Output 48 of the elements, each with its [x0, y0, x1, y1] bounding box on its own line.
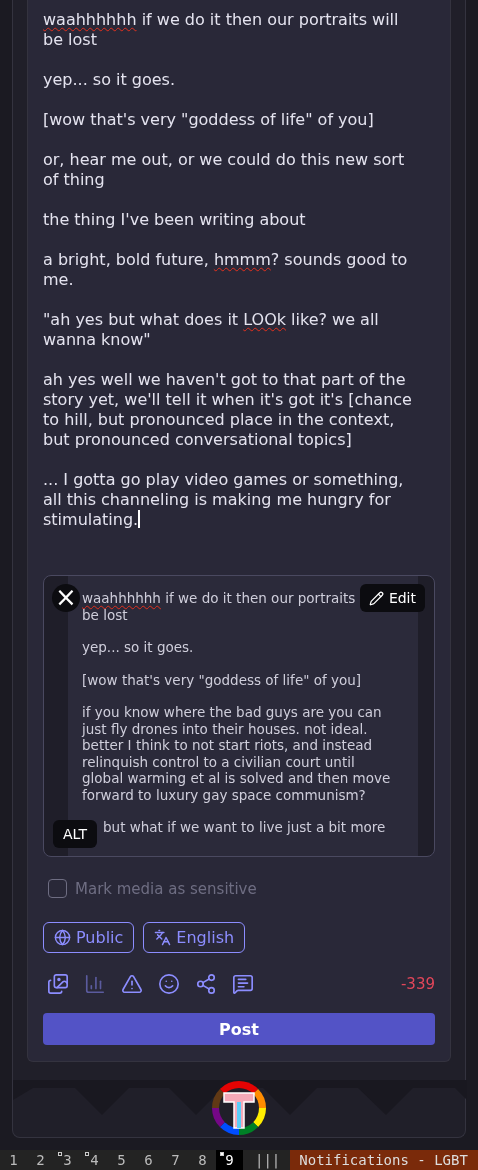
screenshot-text: forward to luxury gay space communism?: [82, 786, 366, 803]
share-button[interactable]: [195, 973, 217, 995]
screenshot-text: global warming et al is solved and then move: [82, 770, 391, 787]
warning-button[interactable]: [121, 973, 143, 995]
workspace-button[interactable]: 4: [81, 1150, 108, 1170]
speech-bubble-button[interactable]: [232, 973, 254, 995]
screenshot-text: just fly drones into their houses. not ideal.: [82, 720, 368, 737]
workspace-button[interactable]: 3: [54, 1150, 81, 1170]
post-text: ah yes well we haven't got to that part of the story yet, we'll tell it when it's got it's [chance to hill, but pronounced place in the context, but pronounced conversational topics]: [43, 370, 413, 450]
pencil-icon: [368, 590, 384, 606]
edit-button[interactable]: Edit: [359, 584, 425, 612]
screenshot-text: yep... so it goes.: [82, 639, 194, 656]
window-title: Notifications - LGBT: [290, 1150, 478, 1170]
screenshot-text: better I think to not start riots, and instead: [82, 737, 373, 754]
post-text: the thing I've been writing about: [43, 210, 307, 230]
screenshot-text: be lost: [82, 606, 128, 623]
post-text: "ah yes but what does it LOOk like? we all wanna know": [43, 310, 380, 350]
checkbox-label: Mark media as sensitive: [75, 879, 257, 898]
post-text: [wow that's very "goddess of life" of you]: [43, 110, 375, 130]
globe-icon: [54, 929, 71, 946]
workspace-button[interactable]: 7: [162, 1150, 189, 1170]
post-text: yep... so it goes.: [43, 70, 177, 90]
screenshot-text: if you know where the bad guys are you can: [82, 704, 382, 721]
post-text: or, hear me out, or we could do this new sort of thing: [43, 150, 406, 190]
workspace-button[interactable]: 5: [108, 1150, 135, 1170]
post-text: ... I gotta go play video games or something, all this channeling is making me hungry for stimulating.: [43, 470, 405, 530]
post-button[interactable]: Post: [43, 1013, 435, 1045]
screenshot-text: waahhhhhh if we do it then our portraits: [82, 590, 356, 607]
screenshot-text: [wow that's very "goddess of life" of you]: [82, 671, 362, 688]
workspace-button[interactable]: 9: [216, 1150, 243, 1170]
post-text: a bright, bold future, hmmm? sounds good to me.: [43, 250, 409, 290]
workspace-button[interactable]: 8: [189, 1150, 216, 1170]
workspace-button[interactable]: 1: [0, 1150, 27, 1170]
alt-button[interactable]: ALT: [53, 820, 97, 848]
post-text: waahhhhhh if we do it then our portraits will be lost: [43, 10, 400, 50]
screenshot-text: relinquish control to a civilian court until: [82, 753, 355, 770]
workspace-button[interactable]: 6: [135, 1150, 162, 1170]
visibility-button[interactable]: Public: [43, 922, 135, 953]
smiley-button[interactable]: [158, 973, 180, 995]
layout-indicator: |||: [254, 1151, 282, 1170]
translate-icon: [154, 929, 172, 946]
remove-button[interactable]: ×: [52, 584, 80, 612]
character-counter: -339: [400, 975, 435, 993]
workspace-button[interactable]: 2: [27, 1150, 54, 1170]
screenshot-text: but what if we want to live just a bit more: [103, 819, 386, 836]
images-button[interactable]: [47, 973, 69, 995]
language-button[interactable]: English: [143, 922, 246, 953]
checkbox[interactable]: [48, 879, 67, 898]
